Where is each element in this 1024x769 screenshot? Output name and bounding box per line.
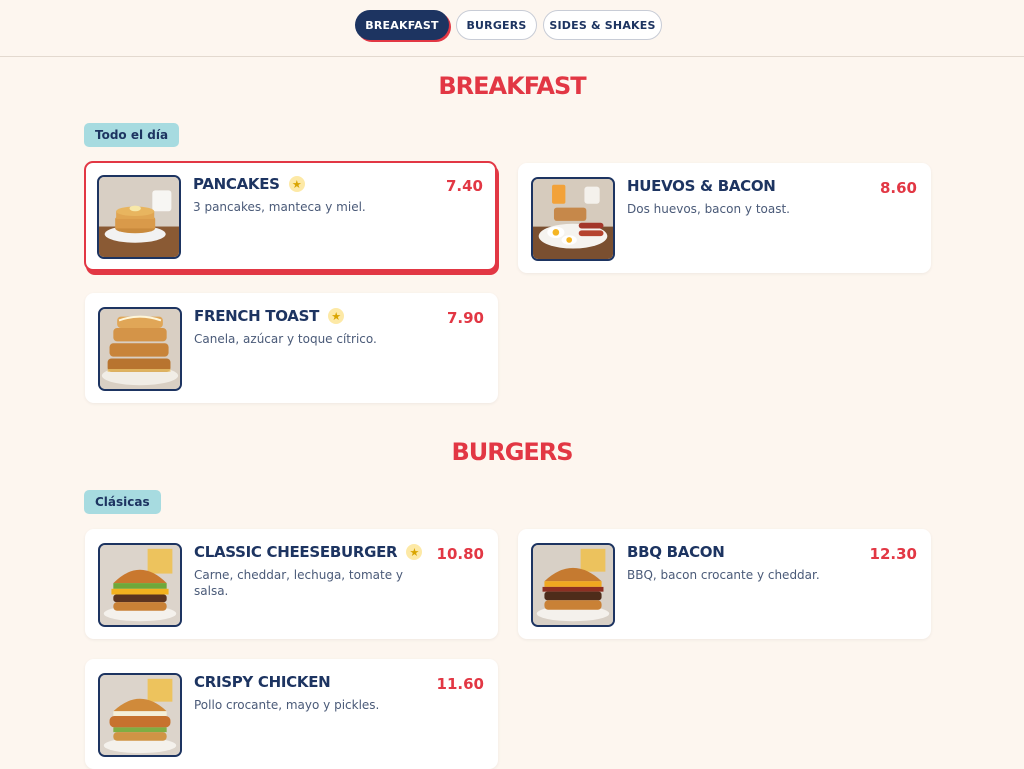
star-icon: ★ [406,544,423,560]
tab-sides-shakes[interactable]: SIDES & SHAKES [543,10,662,40]
menu-item-classic-cheeseburger[interactable]: CLASSIC CHEESEBURGER ★ Carne, cheddar, l… [85,529,498,639]
section-tag-burgers: Clásicas [84,490,161,514]
section-tag-breakfast: Todo el día [84,123,180,147]
item-price: 12.30 [869,545,917,563]
menu-item-crispy-chicken[interactable]: CRISPY CHICKEN Pollo crocante, mayo y pi… [85,659,498,769]
menu-item-bbq-bacon[interactable]: BBQ BACON BBQ, bacon crocante y cheddar.… [518,529,931,639]
item-price: 7.90 [446,309,484,327]
item-title: HUEVOS & BACON [627,177,776,195]
item-price: 10.80 [436,545,484,563]
star-icon: ★ [288,176,305,192]
chicken-burger-image [98,673,182,757]
tab-breakfast[interactable]: BREAKFAST [355,10,449,40]
item-title: CRISPY CHICKEN [194,673,331,691]
item-title: FRENCH TOAST ★ [194,307,345,325]
item-name: HUEVOS & BACON [627,177,776,195]
eggs-bacon-image [531,177,615,261]
item-description: BBQ, bacon crocante y cheddar. [627,568,820,582]
tab-burgers[interactable]: BURGERS [456,10,537,40]
item-title: CLASSIC CHEESEBURGER ★ [194,543,423,561]
section-title-burgers: BURGERS [451,438,573,466]
pancakes-image [97,175,181,259]
item-description: Canela, azúcar y toque cítrico. [194,332,377,346]
item-price: 8.60 [879,179,917,197]
item-title: PANCAKES ★ [193,175,305,193]
item-description: Carne, cheddar, lechuga, tomate y salsa. [194,568,404,598]
item-price: 7.40 [445,177,483,195]
section-title-breakfast: BREAKFAST [438,72,586,100]
star-icon: ★ [328,308,345,324]
french-toast-image [98,307,182,391]
item-description: Dos huevos, bacon y toast. [627,202,790,216]
item-title: BBQ BACON [627,543,725,561]
item-description: 3 pancakes, manteca y miel. [193,200,366,214]
item-name: FRENCH TOAST [194,307,320,325]
item-name: PANCAKES [193,175,280,193]
menu-item-huevos-bacon[interactable]: HUEVOS & BACON Dos huevos, bacon y toast… [518,163,931,273]
bbq-burger-image [531,543,615,627]
item-name: CRISPY CHICKEN [194,673,331,691]
item-name: BBQ BACON [627,543,725,561]
item-name: CLASSIC CHEESEBURGER [194,543,398,561]
menu-item-pancakes[interactable]: PANCAKES ★ 3 pancakes, manteca y miel. 7… [84,161,497,271]
item-description: Pollo crocante, mayo y pickles. [194,698,380,712]
item-price: 11.60 [436,675,484,693]
category-nav: BREAKFAST BURGERS SIDES & SHAKES [0,0,1024,57]
menu-item-french-toast[interactable]: FRENCH TOAST ★ Canela, azúcar y toque cí… [85,293,498,403]
cheeseburger-image [98,543,182,627]
